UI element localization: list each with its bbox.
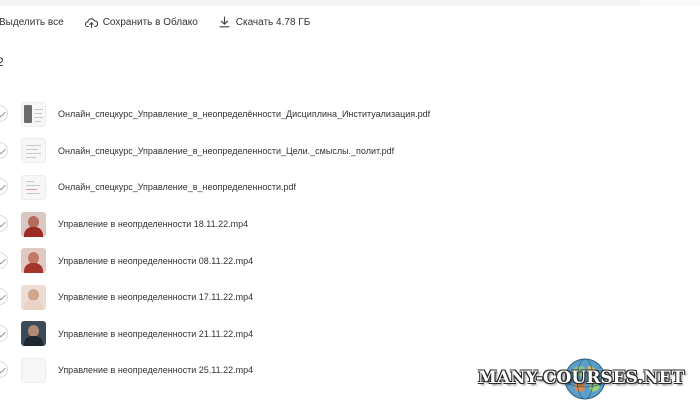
download-label: Скачать 4.78 ГБ	[235, 16, 311, 28]
download-button[interactable]: Скачать 4.78 ГБ	[219, 16, 311, 28]
pdf-thumbnail	[21, 138, 46, 164]
file-name[interactable]: Онлайн_спецкурс_Управление_в_неопределён…	[58, 109, 430, 119]
select-all-label: Выделить все	[0, 16, 64, 28]
file-name[interactable]: Онлайн_спецкурс_Управление_в_неопределен…	[58, 182, 296, 192]
file-list: Онлайн_спецкурс_Управление_в_неопределён…	[0, 96, 700, 389]
check-icon[interactable]	[0, 178, 8, 196]
top-bar	[0, 0, 700, 6]
file-name[interactable]: Управление в неопределенности 08.11.22.m…	[58, 256, 253, 266]
check-icon[interactable]	[0, 361, 8, 379]
file-name[interactable]: Онлайн_спецкурс_Управление_в_неопределен…	[58, 146, 394, 156]
check-icon[interactable]	[0, 105, 8, 123]
file-row[interactable]: Онлайн_спецкурс_Управление_в_неопределен…	[0, 133, 700, 170]
file-row[interactable]: Онлайн_спецкурс_Управление_в_неопределён…	[0, 96, 700, 133]
video-thumbnail	[21, 357, 46, 383]
pdf-thumbnail	[21, 101, 46, 127]
file-name[interactable]: Управление в неопрделенности 18.11.22.mp…	[58, 219, 248, 229]
check-icon[interactable]	[0, 141, 8, 159]
top-bar-shade	[640, 0, 700, 6]
video-thumbnail	[21, 248, 46, 274]
pdf-thumbnail	[21, 174, 46, 200]
file-row[interactable]: Управление в неопределенности 21.11.22.m…	[0, 316, 700, 353]
file-row[interactable]: Управление в неопределенности 17.11.22.m…	[0, 279, 700, 316]
save-to-cloud-button[interactable]: Сохранить в Облако	[84, 16, 198, 28]
file-name[interactable]: Управление в неопределенности 17.11.22.m…	[58, 292, 253, 302]
download-icon	[219, 16, 230, 28]
check-icon[interactable]	[0, 288, 8, 306]
file-row[interactable]: Онлайн_спецкурс_Управление_в_неопределен…	[0, 169, 700, 206]
check-icon[interactable]	[0, 251, 8, 269]
select-all-button[interactable]: Выделить все	[0, 17, 64, 28]
check-icon[interactable]	[0, 324, 8, 342]
video-thumbnail	[21, 211, 46, 237]
check-icon[interactable]	[0, 215, 8, 233]
file-name[interactable]: Управление в неопределенности 25.11.22.m…	[58, 365, 253, 375]
video-thumbnail	[21, 321, 46, 347]
folder-count: 2	[0, 55, 4, 69]
toolbar: Выделить все Сохранить в Облако Скачать …	[0, 12, 310, 32]
cloud-upload-icon	[84, 17, 98, 28]
video-thumbnail	[21, 284, 46, 310]
watermark: MANY-COURSES.NET	[478, 368, 685, 388]
save-to-cloud-label: Сохранить в Облако	[102, 16, 198, 28]
file-row[interactable]: Управление в неопрделенности 18.11.22.mp…	[0, 206, 700, 243]
file-name[interactable]: Управление в неопределенности 21.11.22.m…	[58, 329, 253, 339]
file-row[interactable]: Управление в неопределенности 08.11.22.m…	[0, 242, 700, 279]
